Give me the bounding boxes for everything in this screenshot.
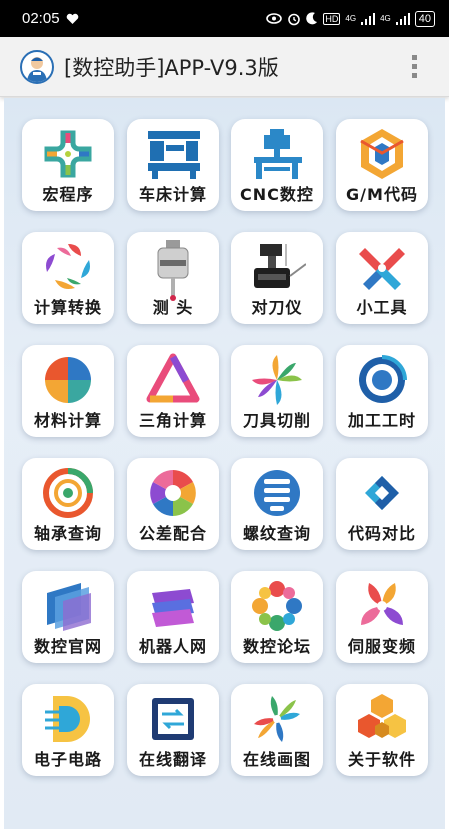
tile-cutting[interactable]: 刀具切削 xyxy=(231,345,323,437)
tile-label: 伺服变频 xyxy=(347,637,416,656)
gm-code-icon xyxy=(360,129,404,179)
tile-translate[interactable]: 在线翻译 xyxy=(127,684,219,776)
tile-tool-setter[interactable]: 对刀仪 xyxy=(231,232,323,324)
tile-circuit[interactable]: 电子电路 xyxy=(22,684,114,776)
circuit-icon xyxy=(45,696,90,742)
tile-machining-time[interactable]: 加工工时 xyxy=(336,345,428,437)
thread-icon xyxy=(254,470,300,516)
tolerance-icon xyxy=(150,470,196,516)
network-label-1: 4G xyxy=(345,14,357,23)
tile-thread[interactable]: 螺纹查询 xyxy=(231,458,323,550)
cutting-icon xyxy=(252,355,302,405)
tile-label: 加工工时 xyxy=(347,411,416,430)
cnc-machine-icon xyxy=(254,129,302,179)
tile-label: 在线画图 xyxy=(242,750,311,769)
tile-material[interactable]: 材料计算 xyxy=(22,345,114,437)
code-compare-icon xyxy=(365,476,399,510)
forum-icon xyxy=(252,581,302,631)
battery-icon: 40 xyxy=(414,10,435,27)
tile-label: 对刀仪 xyxy=(251,298,303,317)
tile-label: CNC数控 xyxy=(240,185,314,204)
tile-code-compare[interactable]: 代码对比 xyxy=(336,458,428,550)
tile-label: 车床计算 xyxy=(138,185,207,204)
tile-forum[interactable]: 数控论坛 xyxy=(231,571,323,663)
tile-label: 小工具 xyxy=(356,298,408,317)
tile-label: G/M代码 xyxy=(346,185,418,204)
signal-icon xyxy=(361,12,376,25)
tile-lathe[interactable]: 车床计算 xyxy=(127,119,219,211)
tile-tools[interactable]: 小工具 xyxy=(336,232,428,324)
bearing-icon xyxy=(43,468,93,518)
official-site-icon xyxy=(47,583,91,631)
tile-label: 测 头 xyxy=(152,298,194,317)
tile-conversion[interactable]: 计算转换 xyxy=(22,232,114,324)
tile-label: 电子电路 xyxy=(33,750,102,769)
lathe-icon xyxy=(148,131,200,179)
drawing-icon xyxy=(254,696,300,742)
triangle-icon xyxy=(146,353,200,403)
robot-net-icon xyxy=(152,589,194,627)
tile-gm-code[interactable]: G/M代码 xyxy=(336,119,428,211)
conversion-icon xyxy=(46,244,90,289)
servo-icon xyxy=(361,583,403,625)
tile-about[interactable]: 关于软件 xyxy=(336,684,428,776)
tile-drawing[interactable]: 在线画图 xyxy=(231,684,323,776)
mascot-logo-icon xyxy=(20,49,54,84)
tile-label: 数控官网 xyxy=(33,637,102,656)
macro-program-icon xyxy=(44,130,92,178)
tile-servo[interactable]: 伺服变频 xyxy=(336,571,428,663)
moon-icon xyxy=(306,12,318,25)
tile-macro-program[interactable]: 宏程序 xyxy=(22,119,114,211)
overflow-menu-icon[interactable] xyxy=(412,55,417,78)
material-icon xyxy=(45,357,91,403)
probe-icon xyxy=(157,240,189,301)
tool-setter-icon xyxy=(254,244,306,288)
tile-label: 机器人网 xyxy=(138,637,207,656)
app-title: [数控助手]APP-V9.3版 xyxy=(64,55,279,80)
tile-robot-net[interactable]: 机器人网 xyxy=(127,571,219,663)
tile-label: 轴承查询 xyxy=(33,524,102,543)
tile-label: 计算转换 xyxy=(33,298,102,317)
status-bar: 02:05 HD 4G 4G 40 xyxy=(0,0,449,37)
about-icon xyxy=(358,694,406,738)
tile-label: 关于软件 xyxy=(347,750,416,769)
alarm-icon xyxy=(288,13,301,25)
network-label-2: 4G xyxy=(380,14,391,23)
tile-label: 公差配合 xyxy=(138,524,207,543)
tile-label: 材料计算 xyxy=(33,411,102,430)
tile-label: 刀具切削 xyxy=(242,411,311,430)
tile-label: 代码对比 xyxy=(347,524,416,543)
tools-icon xyxy=(359,248,405,290)
tile-bearing[interactable]: 轴承查询 xyxy=(22,458,114,550)
translate-icon xyxy=(152,698,194,740)
status-time: 02:05 xyxy=(22,10,60,27)
tile-official-site[interactable]: 数控官网 xyxy=(22,571,114,663)
eye-icon xyxy=(266,13,283,24)
tile-cnc[interactable]: CNC数控 xyxy=(231,119,323,211)
heart-icon xyxy=(66,13,78,24)
signal-icon xyxy=(395,12,410,25)
machining-time-icon xyxy=(359,355,407,403)
tile-label: 螺纹查询 xyxy=(242,524,311,543)
tile-label: 在线翻译 xyxy=(138,750,207,769)
hd-icon: HD xyxy=(323,12,341,25)
tile-tolerance[interactable]: 公差配合 xyxy=(127,458,219,550)
tile-label: 宏程序 xyxy=(42,185,94,204)
tile-label: 数控论坛 xyxy=(242,637,311,656)
tile-label: 三角计算 xyxy=(138,411,207,430)
app-bar: [数控助手]APP-V9.3版 xyxy=(0,37,449,97)
tile-probe[interactable]: 测 头 xyxy=(127,232,219,324)
tile-triangle[interactable]: 三角计算 xyxy=(127,345,219,437)
app-grid: 宏程序 车床计算 CNC数控 G/M代码 计算转换 测 头 对刀仪 小工具 材料… xyxy=(4,98,445,829)
